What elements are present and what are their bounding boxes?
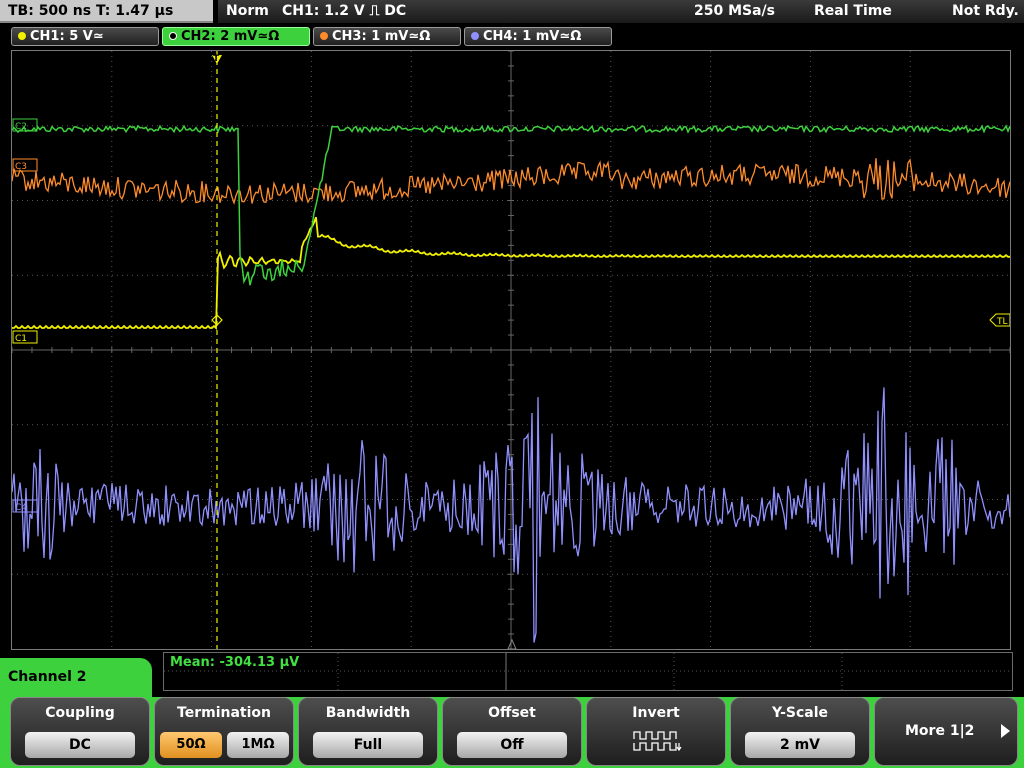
grid-svg: T C2 C3 C1 C4 TL: [12, 51, 1010, 649]
ch3-marker-label: C3: [15, 162, 27, 172]
menu-title-box: Channel 2: [0, 658, 152, 698]
trigger-level-label: TL: [996, 317, 1008, 327]
tab-ch1[interactable]: CH1: 5 V≃: [11, 27, 159, 46]
arrow-right-icon: [1001, 724, 1010, 738]
coupling-softkey[interactable]: Coupling DC: [10, 697, 150, 766]
mean-measurement: Mean: -304.13 µV: [170, 655, 300, 670]
termination-1mohm-option[interactable]: 1MΩ: [227, 732, 289, 758]
yscale-value: 2 mV: [745, 732, 855, 758]
more-softkey[interactable]: More 1|2: [874, 697, 1018, 766]
tab-ch1-label: CH1: 5 V≃: [30, 29, 104, 44]
coupling-title: Coupling: [45, 705, 115, 721]
ch3-dot-icon: [320, 32, 328, 40]
sample-rate: 250 MSa/s: [694, 3, 776, 19]
tab-ch4-label: CH4: 1 mV≃Ω: [483, 29, 582, 44]
graticule: [12, 51, 1010, 649]
yscale-softkey[interactable]: Y-Scale 2 mV: [730, 697, 870, 766]
ch1-dot-icon: [18, 32, 26, 40]
bandwidth-title: Bandwidth: [325, 705, 411, 721]
square-wave-icon: [633, 731, 682, 752]
trigger-mode: Norm: [226, 3, 269, 19]
termination-softkey[interactable]: Termination 50Ω 1MΩ: [154, 697, 294, 766]
timebase-readout[interactable]: TB: 500 ns T: 1.47 µs: [0, 0, 213, 23]
waveform-display[interactable]: T C2 C3 C1 C4 TL: [11, 50, 1011, 650]
tab-ch3[interactable]: CH3: 1 mV≃Ω: [313, 27, 461, 46]
coupling-value: DC: [25, 732, 135, 758]
measurement-panel[interactable]: Mean: -304.13 µV: [163, 652, 1013, 691]
tab-ch3-label: CH3: 1 mV≃Ω: [332, 29, 431, 44]
status-bar: TB: 500 ns T: 1.47 µs Norm CH1: 1.2 V ⎍ …: [0, 0, 1024, 25]
center-marker-icon: [507, 638, 517, 649]
ch1-marker-label: C1: [15, 334, 27, 344]
bandwidth-softkey[interactable]: Bandwidth Full: [298, 697, 438, 766]
menu-title: Channel 2: [8, 669, 87, 685]
timebase-text: TB: 500 ns T: 1.47 µs: [8, 3, 174, 19]
tab-ch2-label: CH2: 2 mV≃Ω: [181, 29, 280, 44]
tab-ch2[interactable]: CH2: 2 mV≃Ω: [162, 27, 310, 46]
offset-title: Offset: [488, 705, 536, 721]
offset-softkey[interactable]: Offset Off: [442, 697, 582, 766]
ch4-marker-label: C4: [15, 503, 27, 513]
termination-title: Termination: [177, 705, 271, 721]
bandwidth-value: Full: [313, 732, 423, 758]
ch2-dot-icon: [169, 32, 177, 40]
ch4-dot-icon: [471, 32, 479, 40]
invert-softkey[interactable]: Invert: [586, 697, 726, 766]
acquisition-mode: Real Time: [814, 3, 892, 19]
termination-50ohm-option[interactable]: 50Ω: [160, 732, 222, 758]
trigger-info: CH1: 1.2 V ⎍ DC: [282, 3, 407, 19]
invert-title: Invert: [632, 705, 680, 721]
status-text: Not Rdy.: [952, 3, 1019, 19]
tab-ch4[interactable]: CH4: 1 mV≃Ω: [464, 27, 612, 46]
ch2-marker-label: C2: [15, 122, 27, 132]
yscale-title: Y-Scale: [771, 705, 828, 721]
offset-value: Off: [457, 732, 567, 758]
trigger-pos-label: T: [213, 54, 220, 64]
more-label: More 1|2: [905, 723, 975, 739]
channel-tabs: CH1: 5 V≃ CH2: 2 mV≃Ω CH3: 1 mV≃Ω CH4: 1…: [0, 25, 1024, 49]
softkey-bar: Coupling DC Termination 50Ω 1MΩ Bandwidt…: [0, 697, 1024, 768]
